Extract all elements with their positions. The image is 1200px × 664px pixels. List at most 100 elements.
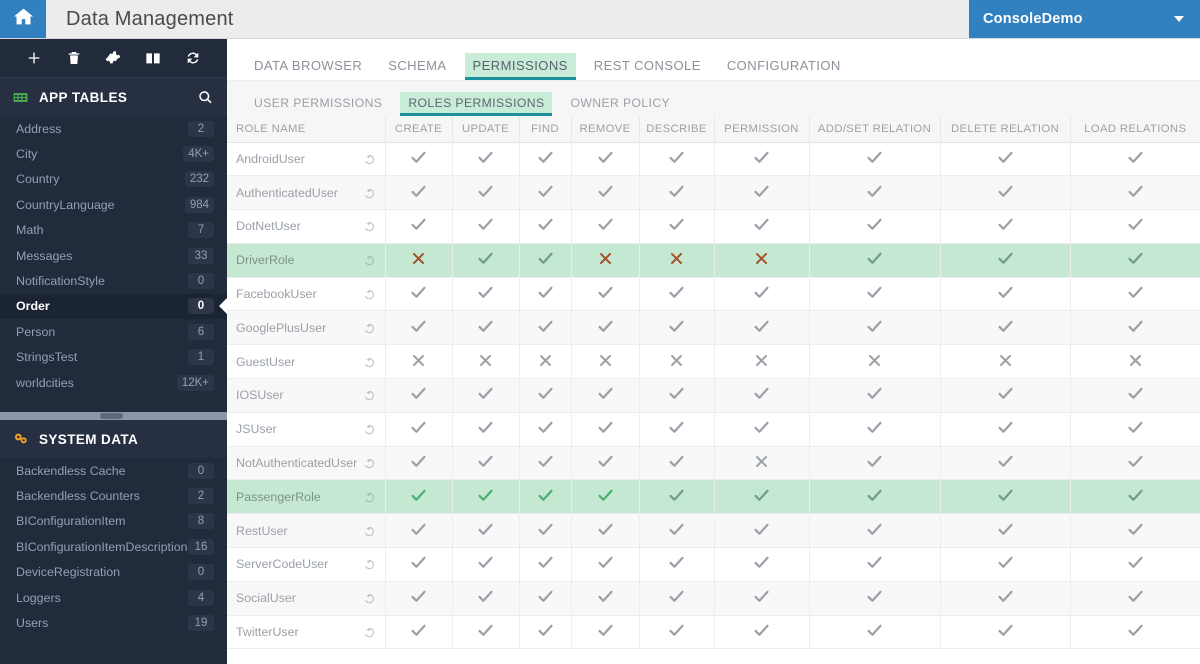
sidebar-item-countrylanguage[interactable]: CountryLanguage 984 (0, 192, 227, 217)
permission-cell-delete-relation[interactable] (940, 277, 1071, 312)
cross-icon[interactable] (411, 251, 426, 266)
table-row[interactable]: IOSUser (227, 378, 1200, 413)
permission-cell-add-set-relation[interactable] (809, 446, 941, 481)
permission-cell-add-set-relation[interactable] (809, 142, 941, 177)
revert-icon[interactable] (362, 591, 376, 605)
check-icon[interactable] (668, 284, 685, 301)
sidebar-item-backendless-counters[interactable]: Backendless Counters 2 (0, 483, 227, 508)
permission-cell-delete-relation[interactable] (940, 142, 1071, 177)
permission-cell-update[interactable] (452, 446, 520, 481)
permission-cell-remove[interactable] (571, 175, 640, 211)
check-icon[interactable] (668, 183, 685, 200)
check-icon[interactable] (597, 318, 614, 335)
permission-cell-update[interactable] (452, 513, 520, 549)
revert-icon[interactable] (362, 321, 376, 335)
permission-cell-permission[interactable] (714, 344, 810, 380)
check-icon[interactable] (477, 487, 494, 504)
check-icon[interactable] (1127, 385, 1144, 402)
check-icon[interactable] (668, 385, 685, 402)
permission-cell-describe[interactable] (639, 446, 715, 481)
permission-cell-describe[interactable] (639, 547, 715, 582)
check-icon[interactable] (410, 554, 427, 571)
permission-cell-create[interactable] (385, 243, 453, 278)
permission-cell-permission[interactable] (714, 277, 810, 312)
check-icon[interactable] (866, 419, 883, 436)
permission-cell-add-set-relation[interactable] (809, 615, 941, 650)
permission-cell-load-relations[interactable] (1070, 446, 1200, 481)
sidebar-item-biconfigurationitem[interactable]: BIConfigurationItem 8 (0, 509, 227, 534)
permission-cell-load-relations[interactable] (1070, 243, 1200, 278)
sidebar-item-users[interactable]: Users 19 (0, 610, 227, 635)
permission-cell-load-relations[interactable] (1070, 513, 1200, 549)
revert-icon[interactable] (362, 186, 376, 200)
docs-button[interactable] (140, 45, 166, 71)
table-row[interactable]: GooglePlusUser (227, 310, 1200, 346)
tab-rest-console[interactable]: REST CONSOLE (586, 58, 709, 80)
check-icon[interactable] (410, 487, 427, 504)
check-icon[interactable] (866, 183, 883, 200)
check-icon[interactable] (668, 588, 685, 605)
permission-cell-remove[interactable] (571, 513, 640, 549)
check-icon[interactable] (410, 183, 427, 200)
check-icon[interactable] (866, 250, 883, 267)
permission-cell-delete-relation[interactable] (940, 513, 1071, 549)
permission-cell-create[interactable] (385, 615, 453, 650)
permission-cell-load-relations[interactable] (1070, 310, 1200, 346)
check-icon[interactable] (537, 284, 554, 301)
sidebar-item-biconfigurationitemdescription[interactable]: BIConfigurationItemDescription 16 (0, 534, 227, 559)
permission-cell-remove[interactable] (571, 446, 640, 481)
check-icon[interactable] (997, 487, 1014, 504)
tab-owner-policy[interactable]: OWNER POLICY (562, 96, 678, 116)
tab-roles-permissions[interactable]: ROLES PERMISSIONS (400, 92, 553, 116)
check-icon[interactable] (537, 588, 554, 605)
sidebar-item-loggers[interactable]: Loggers 4 (0, 585, 227, 610)
permission-cell-create[interactable] (385, 412, 453, 447)
sidebar-scrollbar[interactable] (0, 412, 227, 420)
permission-cell-create[interactable] (385, 175, 453, 211)
permission-cell-find[interactable] (519, 209, 572, 244)
permission-cell-delete-relation[interactable] (940, 243, 1071, 278)
table-row[interactable]: GuestUser (227, 344, 1200, 380)
permission-cell-describe[interactable] (639, 243, 715, 278)
check-icon[interactable] (537, 487, 554, 504)
check-icon[interactable] (753, 419, 770, 436)
tab-user-permissions[interactable]: USER PERMISSIONS (246, 96, 390, 116)
check-icon[interactable] (866, 622, 883, 639)
cross-icon[interactable] (669, 251, 684, 266)
permission-cell-update[interactable] (452, 243, 520, 278)
permission-cell-update[interactable] (452, 142, 520, 177)
permission-cell-permission[interactable] (714, 243, 810, 278)
sidebar-item-address[interactable]: Address 2 (0, 116, 227, 141)
revert-icon[interactable] (362, 625, 376, 639)
check-icon[interactable] (1127, 588, 1144, 605)
permission-cell-find[interactable] (519, 513, 572, 549)
permission-cell-remove[interactable] (571, 142, 640, 177)
permission-cell-find[interactable] (519, 310, 572, 346)
check-icon[interactable] (537, 318, 554, 335)
check-icon[interactable] (597, 419, 614, 436)
table-row[interactable]: RestUser (227, 513, 1200, 549)
check-icon[interactable] (477, 588, 494, 605)
permission-cell-find[interactable] (519, 615, 572, 650)
check-icon[interactable] (997, 250, 1014, 267)
permission-cell-update[interactable] (452, 344, 520, 380)
permission-cell-find[interactable] (519, 175, 572, 211)
cross-icon[interactable] (1128, 353, 1143, 368)
permission-cell-load-relations[interactable] (1070, 277, 1200, 312)
check-icon[interactable] (477, 149, 494, 166)
permission-cell-delete-relation[interactable] (940, 479, 1071, 515)
check-icon[interactable] (753, 183, 770, 200)
permission-cell-find[interactable] (519, 344, 572, 380)
check-icon[interactable] (753, 554, 770, 571)
check-icon[interactable] (477, 250, 494, 267)
check-icon[interactable] (866, 554, 883, 571)
check-icon[interactable] (537, 149, 554, 166)
revert-icon[interactable] (362, 490, 376, 504)
check-icon[interactable] (997, 183, 1014, 200)
permission-cell-permission[interactable] (714, 310, 810, 346)
check-icon[interactable] (753, 385, 770, 402)
check-icon[interactable] (477, 453, 494, 470)
tab-permissions[interactable]: PERMISSIONS (464, 53, 577, 80)
app-tables-list[interactable]: Address 2 City 4K+ Country 232 CountryLanguage… (0, 116, 227, 412)
permission-cell-create[interactable] (385, 209, 453, 244)
